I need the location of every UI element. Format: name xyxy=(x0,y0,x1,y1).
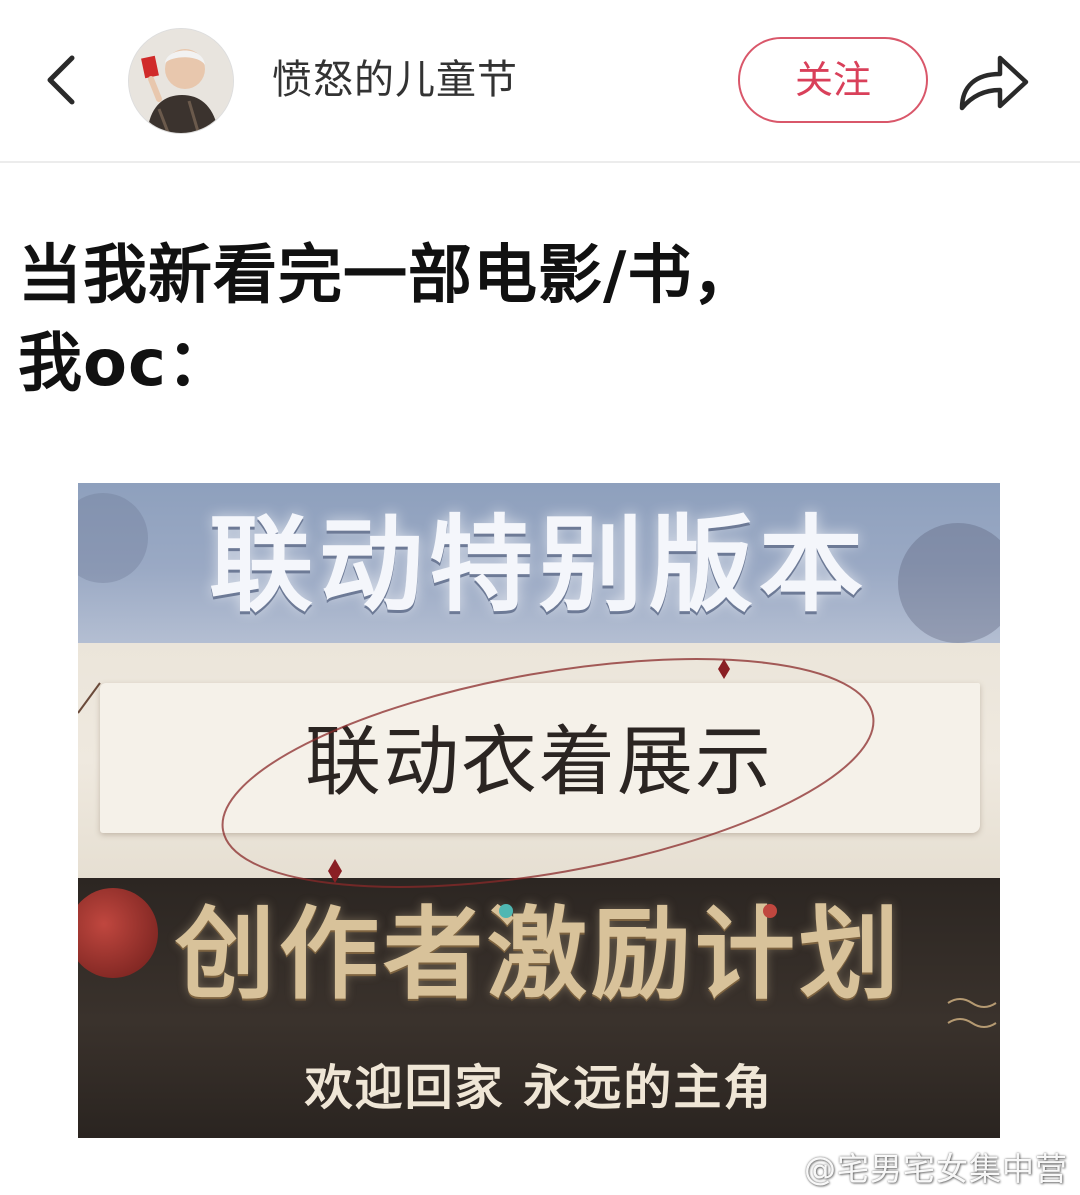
meme-top-title: 联动特别版本 xyxy=(208,503,869,626)
follow-button[interactable]: 关注 xyxy=(738,37,928,123)
share-arrow-icon xyxy=(959,55,1029,111)
meme-bottom-band: 创作者激励计划 欢迎回家 永远的主角 xyxy=(78,878,1000,1138)
meme-bottom-title: 创作者激励计划 xyxy=(175,895,903,1013)
back-button[interactable] xyxy=(36,50,92,110)
post-text-line-2: 我oc： xyxy=(18,327,232,401)
meme-middle-title: 联动衣着展示 xyxy=(305,717,773,806)
chevron-left-icon xyxy=(47,55,75,105)
avatar[interactable] xyxy=(128,28,234,134)
avatar-portrait xyxy=(129,29,233,133)
meme-top-band: 联动特别版本 xyxy=(78,483,1000,653)
meme-middle-band: 联动衣着展示 xyxy=(78,643,1000,878)
post-text: 当我新看完一部电影/书， 我oc： xyxy=(18,232,1058,408)
share-button[interactable] xyxy=(950,46,1036,116)
meme-image[interactable]: 联动特别版本 联动衣着展示 创作者激励计划 欢迎回家 永远的主角 xyxy=(78,483,1000,1138)
author-name[interactable]: 愤怒的儿童节 xyxy=(272,52,518,108)
weibo-watermark: @宅男宅女集中营 xyxy=(803,1150,1068,1188)
meme-bottom-subtitle: 欢迎回家 永远的主角 xyxy=(304,1060,774,1116)
post-header: 愤怒的儿童节 关注 xyxy=(0,0,1080,163)
post-text-line-1: 当我新看完一部电影/书， xyxy=(18,239,758,313)
